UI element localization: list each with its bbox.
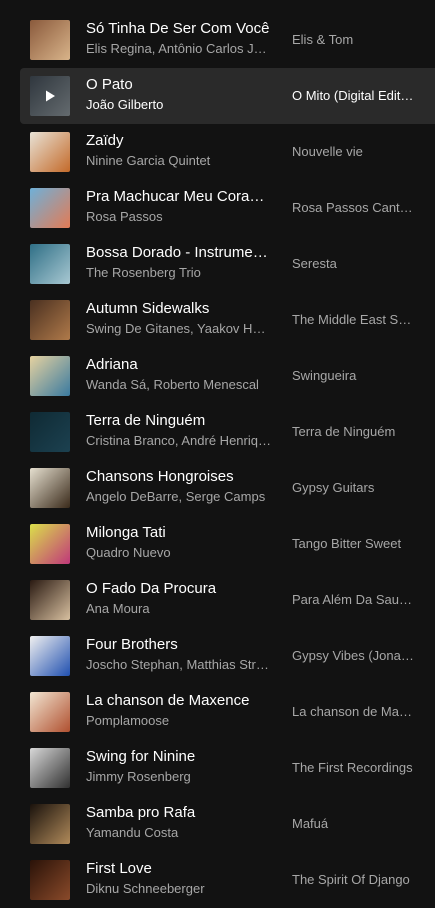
track-row[interactable]: O Fado Da Procura Ana Moura Para Além Da S… bbox=[20, 572, 435, 628]
track-row[interactable]: Milonga Tati Quadro Nuevo Tango Bitter Swe… bbox=[20, 516, 435, 572]
track-album[interactable]: The Spirit Of Django bbox=[292, 872, 414, 888]
track-title[interactable]: Chansons Hongroises bbox=[86, 468, 271, 486]
track-artist[interactable]: Elis Regina, Antônio Carlos Jobim bbox=[86, 41, 271, 57]
track-artist[interactable]: Yamandu Costa bbox=[86, 825, 271, 841]
track-title[interactable]: First Love bbox=[86, 860, 271, 878]
track-row[interactable]: La chanson de Maxence Pomplamoose La chans… bbox=[20, 684, 435, 740]
album-cover[interactable] bbox=[30, 20, 70, 60]
album-cover[interactable] bbox=[30, 188, 70, 228]
track-row[interactable]: Pra Machucar Meu Coração Rosa Passos Rosa … bbox=[20, 180, 435, 236]
album-cover[interactable] bbox=[30, 244, 70, 284]
track-album[interactable]: Para Além Da Saudade bbox=[292, 592, 414, 608]
track-album[interactable]: O Mito (Digital Edition) bbox=[292, 88, 414, 104]
track-album[interactable]: Mafuá bbox=[292, 816, 414, 832]
track-title[interactable]: Zaïdy bbox=[86, 132, 271, 150]
track-artist[interactable]: Pomplamoose bbox=[86, 713, 271, 729]
album-cover[interactable] bbox=[30, 468, 70, 508]
track-row[interactable]: First Love Diknu Schneeberger The Spirit O… bbox=[20, 852, 435, 908]
track-title[interactable]: Autumn Sidewalks bbox=[86, 300, 271, 318]
track-album[interactable]: Seresta bbox=[292, 256, 414, 272]
track-artist[interactable]: The Rosenberg Trio bbox=[86, 265, 271, 281]
track-album[interactable]: The First Recordings bbox=[292, 760, 414, 776]
track-album[interactable]: Rosa Passos Canta Antonio Carlos Jobim bbox=[292, 200, 414, 216]
track-title[interactable]: Pra Machucar Meu Coração bbox=[86, 188, 271, 206]
track-row[interactable]: Four Brothers Joscho Stephan, Matthias St… bbox=[20, 628, 435, 684]
album-cover[interactable] bbox=[30, 860, 70, 900]
track-row[interactable]: Só Tinha De Ser Com Você Elis Regina, Ant… bbox=[20, 12, 435, 68]
track-artist[interactable]: Cristina Branco, André Henriques bbox=[86, 433, 271, 449]
album-cover[interactable] bbox=[30, 804, 70, 844]
track-row[interactable]: Zaïdy Ninine Garcia Quintet Nouvelle vie bbox=[20, 124, 435, 180]
track-title[interactable]: Adriana bbox=[86, 356, 271, 374]
album-cover[interactable] bbox=[30, 524, 70, 564]
track-row[interactable]: Samba pro Rafa Yamandu Costa Mafuá bbox=[20, 796, 435, 852]
track-title[interactable]: Four Brothers bbox=[86, 636, 271, 654]
track-album[interactable]: Elis & Tom bbox=[292, 32, 414, 48]
track-title[interactable]: Só Tinha De Ser Com Você bbox=[86, 20, 271, 38]
track-artist[interactable]: Angelo DeBarre, Serge Camps bbox=[86, 489, 271, 505]
track-artist[interactable]: Rosa Passos bbox=[86, 209, 271, 225]
track-title[interactable]: Terra de Ninguém bbox=[86, 412, 271, 430]
track-artist[interactable]: João Gilberto bbox=[86, 97, 271, 113]
album-cover[interactable] bbox=[30, 76, 70, 116]
track-artist[interactable]: Wanda Sá, Roberto Menescal bbox=[86, 377, 271, 393]
track-row[interactable]: Swing for Ninine Jimmy Rosenberg The First… bbox=[20, 740, 435, 796]
track-title[interactable]: La chanson de Maxence bbox=[86, 692, 271, 710]
track-title[interactable]: Samba pro Rafa bbox=[86, 804, 271, 822]
track-title[interactable]: Swing for Ninine bbox=[86, 748, 271, 766]
album-cover[interactable] bbox=[30, 356, 70, 396]
track-album[interactable]: Gypsy Vibes (Jonathan) bbox=[292, 648, 414, 664]
track-artist[interactable]: Swing De Gitanes, Yaakov Hoter bbox=[86, 321, 271, 337]
track-artist[interactable]: Jimmy Rosenberg bbox=[86, 769, 271, 785]
track-album[interactable]: Nouvelle vie bbox=[292, 144, 414, 160]
track-artist[interactable]: Ana Moura bbox=[86, 601, 271, 617]
track-title[interactable]: Bossa Dorado - Instrumental bbox=[86, 244, 271, 262]
track-artist[interactable]: Diknu Schneeberger bbox=[86, 881, 271, 897]
track-album[interactable]: Terra de Ninguém bbox=[292, 424, 414, 440]
track-album[interactable]: Gypsy Guitars bbox=[292, 480, 414, 496]
track-title[interactable]: O Pato bbox=[86, 76, 271, 94]
track-title[interactable]: Milonga Tati bbox=[86, 524, 271, 542]
track-album[interactable]: La chanson de Maxence bbox=[292, 704, 414, 720]
track-row[interactable]: Terra de Ninguém Cristina Branco, André H… bbox=[20, 404, 435, 460]
track-album[interactable]: Tango Bitter Sweet bbox=[292, 536, 414, 552]
track-list: Só Tinha De Ser Com Você Elis Regina, Ant… bbox=[0, 0, 435, 907]
track-row[interactable]: Autumn Sidewalks Swing De Gitanes, Yaakov… bbox=[20, 292, 435, 348]
track-album[interactable]: Swingueira bbox=[292, 368, 414, 384]
album-cover[interactable] bbox=[30, 692, 70, 732]
track-row[interactable]: O Pato João Gilberto O Mito (Digital Editi… bbox=[20, 68, 435, 124]
play-icon[interactable] bbox=[30, 76, 70, 116]
album-cover[interactable] bbox=[30, 580, 70, 620]
track-artist[interactable]: Joscho Stephan, Matthias Strucken bbox=[86, 657, 271, 673]
track-artist[interactable]: Ninine Garcia Quintet bbox=[86, 153, 271, 169]
album-cover[interactable] bbox=[30, 412, 70, 452]
album-cover[interactable] bbox=[30, 748, 70, 788]
track-title[interactable]: O Fado Da Procura bbox=[86, 580, 271, 598]
album-cover[interactable] bbox=[30, 300, 70, 340]
track-row[interactable]: Adriana Wanda Sá, Roberto Menescal Swingue… bbox=[20, 348, 435, 404]
track-row[interactable]: Bossa Dorado - Instrumental The Rosenberg… bbox=[20, 236, 435, 292]
album-cover[interactable] bbox=[30, 636, 70, 676]
track-row[interactable]: Chansons Hongroises Angelo DeBarre, Serge… bbox=[20, 460, 435, 516]
track-artist[interactable]: Quadro Nuevo bbox=[86, 545, 271, 561]
track-album[interactable]: The Middle East Swing bbox=[292, 312, 414, 328]
album-cover[interactable] bbox=[30, 132, 70, 172]
